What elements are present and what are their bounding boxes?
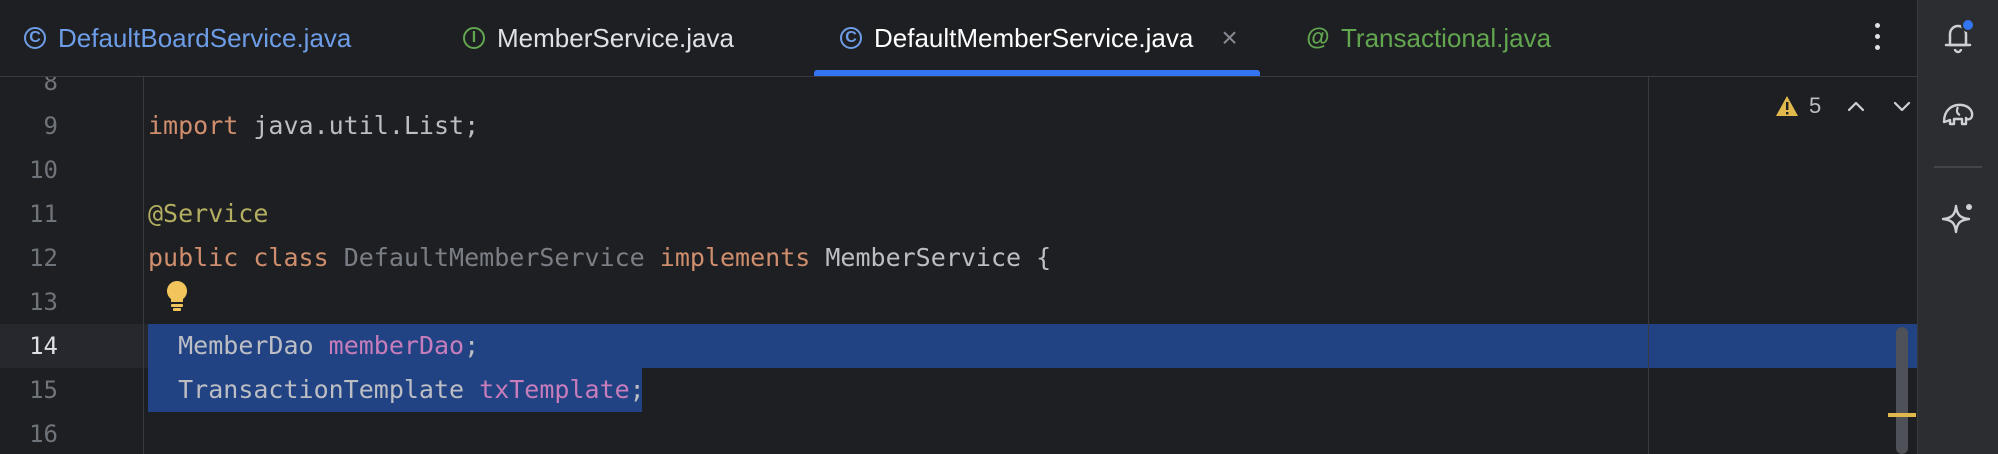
type-name: MemberDao bbox=[178, 331, 314, 360]
field-name: txTemplate bbox=[479, 375, 630, 404]
intention-bulb-icon[interactable] bbox=[161, 278, 193, 314]
warning-icon bbox=[1776, 96, 1798, 116]
tool-divider bbox=[1934, 166, 1982, 168]
tab-default-board-service[interactable]: C DefaultBoardService.java bbox=[24, 0, 351, 76]
class-name: DefaultMemberService bbox=[343, 243, 645, 272]
line-number-current: 14 bbox=[29, 332, 58, 360]
code-line-12: public class DefaultMemberService implem… bbox=[148, 236, 1051, 280]
right-margin-guide bbox=[1648, 77, 1649, 454]
code-line-9: import java.util.List; bbox=[148, 104, 479, 148]
field-name: memberDao bbox=[328, 331, 465, 360]
bell-icon bbox=[1944, 18, 1975, 54]
editor-tab-bar: C DefaultBoardService.java I MemberServi… bbox=[0, 0, 1917, 77]
close-icon[interactable]: × bbox=[1221, 22, 1237, 54]
line-number: 13 bbox=[29, 288, 58, 316]
keyword: implements bbox=[659, 243, 811, 272]
tab-label: Transactional.java bbox=[1341, 22, 1552, 53]
class-icon: C bbox=[24, 27, 46, 49]
database-tool-button[interactable] bbox=[1936, 92, 1980, 136]
sparkle-icon bbox=[1941, 204, 1972, 234]
code-line-14: MemberDao memberDao; bbox=[148, 324, 479, 368]
annotation: @Service bbox=[148, 199, 269, 228]
code-line-11: @Service bbox=[148, 192, 268, 236]
line-number: 12 bbox=[29, 244, 58, 272]
line-number: 9 bbox=[43, 112, 58, 140]
code-line-15: TransactionTemplate txTemplate; bbox=[148, 368, 645, 412]
line-number: 16 bbox=[29, 420, 58, 448]
keyword: import bbox=[148, 111, 239, 140]
editor-scrollbar[interactable] bbox=[1896, 327, 1908, 454]
code-editor[interactable]: 8 9 10 11 12 13 14 15 16 import java.uti… bbox=[0, 77, 1917, 454]
interface-icon: I bbox=[463, 27, 485, 49]
type-name: TransactionTemplate bbox=[178, 375, 465, 404]
line-number: 15 bbox=[29, 376, 58, 404]
warning-stripe-marker[interactable] bbox=[1888, 413, 1916, 417]
line-number: 10 bbox=[29, 156, 58, 184]
tab-label: DefaultBoardService.java bbox=[58, 22, 352, 53]
more-tabs-icon[interactable] bbox=[1862, 14, 1892, 58]
warnings-count: 5 bbox=[1809, 93, 1822, 118]
tab-transactional[interactable]: @ Transactional.java bbox=[1306, 0, 1552, 76]
keyword: class bbox=[253, 243, 329, 272]
inspections-widget[interactable]: 5 bbox=[1775, 89, 1917, 123]
semicolon: ; bbox=[464, 331, 480, 360]
tab-default-member-service[interactable]: C DefaultMemberService.java × bbox=[814, 0, 1260, 76]
ai-assistant-button[interactable] bbox=[1936, 196, 1980, 240]
annotation-icon: @ bbox=[1306, 24, 1330, 51]
tab-member-service[interactable]: I MemberService.java bbox=[463, 0, 734, 76]
keyword: public bbox=[148, 243, 239, 272]
tab-label: DefaultMemberService.java bbox=[874, 22, 1194, 53]
semicolon: ; bbox=[629, 375, 645, 404]
right-tool-strip bbox=[1917, 0, 1998, 454]
chevron-up-icon[interactable] bbox=[1841, 95, 1871, 117]
class-icon: C bbox=[840, 27, 862, 49]
chevron-down-icon[interactable] bbox=[1887, 95, 1917, 117]
notifications-button[interactable] bbox=[1936, 14, 1980, 58]
tab-label: MemberService.java bbox=[497, 22, 734, 53]
line-number: 8 bbox=[43, 77, 58, 96]
elephant-icon bbox=[1942, 103, 1974, 126]
interface-name: MemberService bbox=[825, 243, 1022, 272]
code-text: java.util.List; bbox=[238, 111, 480, 140]
line-number: 11 bbox=[29, 200, 58, 228]
brace: { bbox=[1021, 243, 1052, 272]
